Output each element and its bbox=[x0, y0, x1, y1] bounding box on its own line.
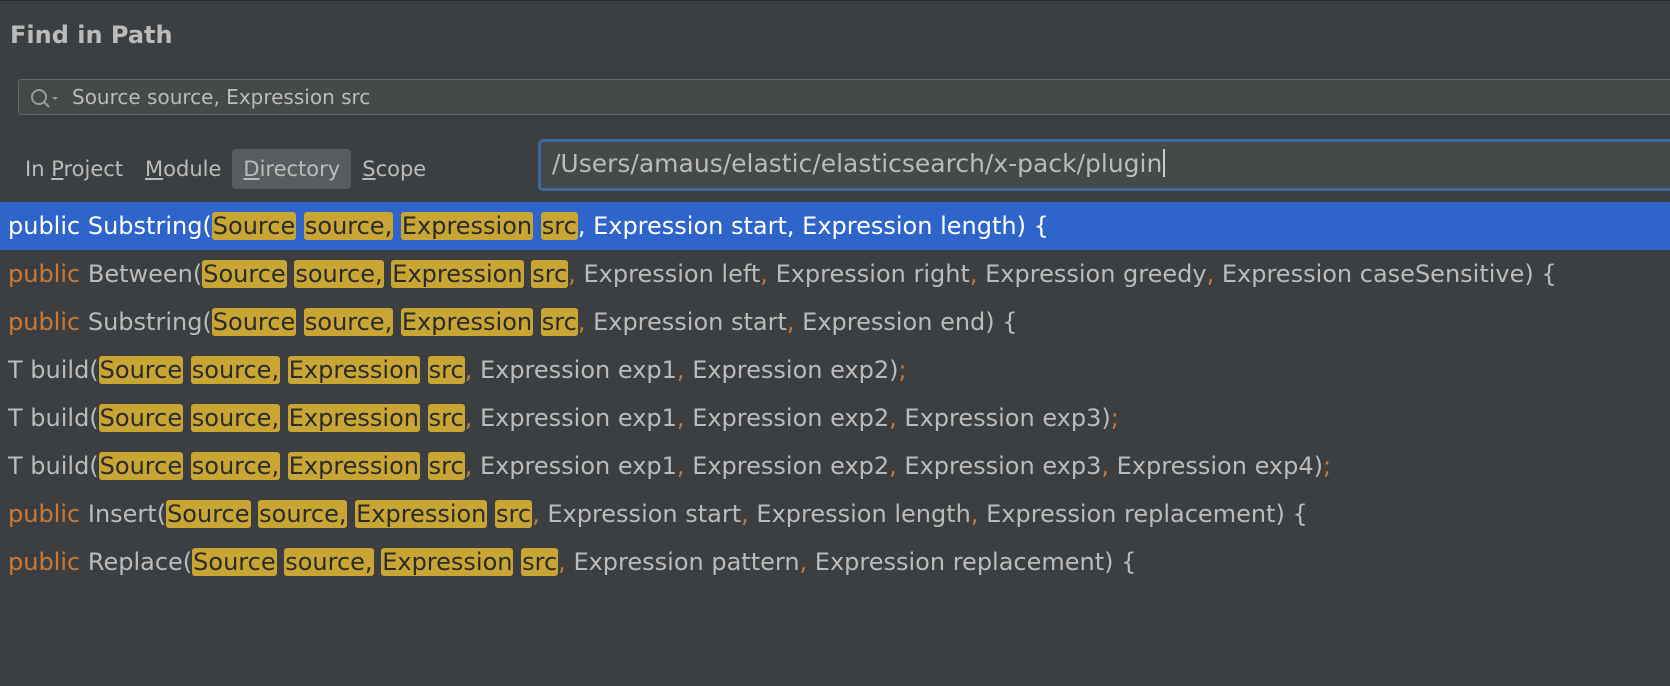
match-highlight: Expression bbox=[381, 548, 514, 576]
tab-mnemonic: M bbox=[145, 157, 164, 181]
result-row[interactable]: public Insert(Source source, Expression … bbox=[0, 490, 1670, 538]
match-highlight: source, bbox=[303, 308, 394, 336]
directory-field[interactable]: /Users/amaus/elastic/elasticsearch/x-pac… bbox=[538, 139, 1670, 191]
match-highlight: src bbox=[427, 356, 465, 384]
match-highlight: src bbox=[540, 308, 578, 336]
match-highlight: Expression bbox=[400, 212, 534, 240]
match-highlight: source, bbox=[258, 500, 348, 528]
tab-mnemonic: S bbox=[362, 157, 376, 181]
match-highlight: Expression bbox=[287, 356, 420, 384]
tab-directory[interactable]: Directory bbox=[232, 149, 352, 189]
match-highlight: Expression bbox=[355, 500, 488, 528]
match-highlight: Expression bbox=[391, 260, 524, 288]
keyword: public bbox=[8, 260, 81, 288]
results-list[interactable]: public Substring(Source source, Expressi… bbox=[0, 202, 1670, 586]
dialog-title: Find in Path bbox=[10, 21, 173, 49]
match-highlight: Source bbox=[98, 356, 184, 384]
comma: , bbox=[464, 452, 473, 480]
comma: , bbox=[464, 404, 473, 432]
match-highlight: Expression bbox=[400, 308, 534, 336]
comma: , bbox=[969, 260, 978, 288]
match-highlight: Source bbox=[192, 548, 277, 576]
match-highlight: Source bbox=[211, 212, 297, 240]
match-highlight: src bbox=[495, 500, 533, 528]
keyword: public bbox=[8, 212, 81, 240]
comma: , bbox=[1206, 260, 1215, 288]
match-highlight: source, bbox=[294, 260, 384, 288]
match-highlight: Source bbox=[211, 308, 297, 336]
find-in-path-dialog: Find in Path Source source, Expression s… bbox=[0, 0, 1670, 686]
keyword: public bbox=[8, 548, 81, 576]
match-highlight: Expression bbox=[287, 404, 420, 432]
semicolon: ; bbox=[1323, 452, 1332, 480]
result-row[interactable]: T build(Source source, Expression src, E… bbox=[0, 346, 1670, 394]
semicolon: ; bbox=[1110, 404, 1119, 432]
keyword: public bbox=[8, 500, 81, 528]
comma: , bbox=[464, 356, 473, 384]
match-highlight: source, bbox=[284, 548, 374, 576]
comma: , bbox=[568, 260, 576, 288]
scope-tabs: In Project Module Directory Scope bbox=[14, 147, 437, 191]
comma: , bbox=[741, 500, 749, 528]
match-highlight: src bbox=[531, 260, 569, 288]
comma: , bbox=[799, 548, 808, 576]
result-row[interactable]: T build(Source source, Expression src, E… bbox=[0, 394, 1670, 442]
comma: , bbox=[760, 260, 768, 288]
match-highlight: source, bbox=[190, 404, 281, 432]
tab-module[interactable]: Module bbox=[134, 149, 232, 189]
result-row[interactable]: public Between(Source source, Expression… bbox=[0, 250, 1670, 298]
tab-mnemonic: D bbox=[243, 157, 260, 181]
search-query[interactable]: Source source, Expression src bbox=[72, 85, 370, 109]
search-input[interactable]: Source source, Expression src bbox=[18, 79, 1670, 115]
tab-in-project[interactable]: In Project bbox=[14, 149, 134, 189]
keyword: public bbox=[8, 308, 81, 336]
match-highlight: Source bbox=[98, 452, 184, 480]
match-highlight: source, bbox=[303, 212, 394, 240]
semicolon: ; bbox=[898, 356, 907, 384]
result-row[interactable]: T build(Source source, Expression src, E… bbox=[0, 442, 1670, 490]
tab-mnemonic: P bbox=[51, 157, 64, 181]
result-row[interactable]: public Substring(Source source, Expressi… bbox=[0, 298, 1670, 346]
comma: , bbox=[558, 548, 566, 576]
match-highlight: Source bbox=[98, 404, 184, 432]
comma: , bbox=[786, 212, 795, 240]
match-highlight: src bbox=[427, 404, 465, 432]
match-highlight: source, bbox=[190, 452, 281, 480]
match-highlight: source, bbox=[190, 356, 281, 384]
result-row[interactable]: public Replace(Source source, Expression… bbox=[0, 538, 1670, 586]
comma: , bbox=[970, 500, 979, 528]
comma: , bbox=[577, 308, 586, 336]
comma: , bbox=[889, 404, 897, 432]
match-highlight: src bbox=[427, 452, 465, 480]
comma: , bbox=[786, 308, 795, 336]
match-highlight: Source bbox=[166, 500, 251, 528]
match-highlight: Source bbox=[202, 260, 287, 288]
comma: , bbox=[532, 500, 540, 528]
result-row[interactable]: public Substring(Source source, Expressi… bbox=[0, 202, 1670, 250]
match-highlight: Expression bbox=[287, 452, 420, 480]
comma: , bbox=[676, 452, 685, 480]
match-highlight: src bbox=[521, 548, 559, 576]
comma: , bbox=[889, 452, 897, 480]
comma: , bbox=[1101, 452, 1110, 480]
directory-path[interactable]: /Users/amaus/elastic/elasticsearch/x-pac… bbox=[552, 149, 1166, 178]
text-caret bbox=[1163, 149, 1166, 177]
tab-scope[interactable]: Scope bbox=[351, 149, 437, 189]
search-icon[interactable] bbox=[27, 86, 61, 110]
match-highlight: src bbox=[540, 212, 578, 240]
comma: , bbox=[676, 356, 685, 384]
comma: , bbox=[676, 404, 685, 432]
comma: , bbox=[577, 212, 586, 240]
